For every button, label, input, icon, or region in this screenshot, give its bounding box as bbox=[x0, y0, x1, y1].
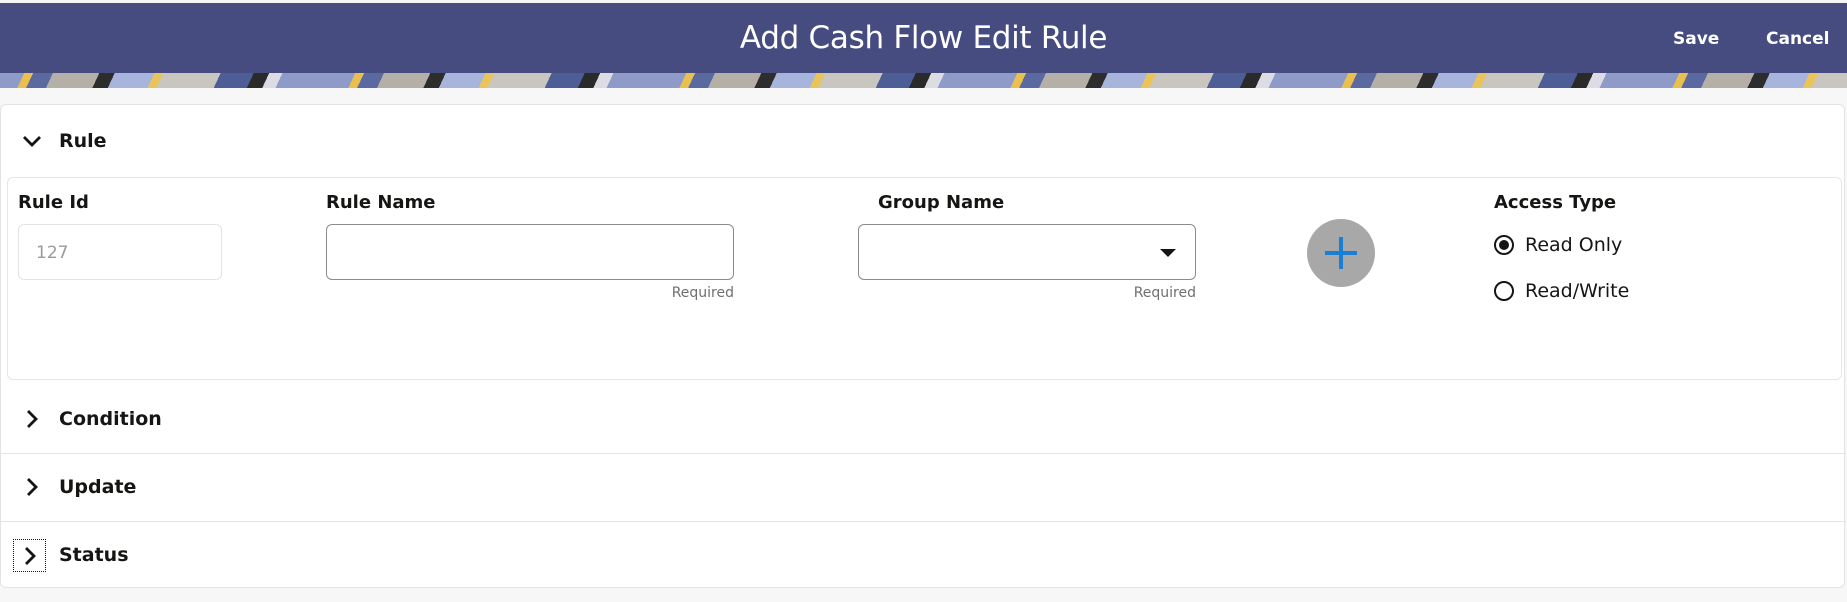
section-label-status: Status bbox=[59, 544, 129, 566]
group-name-select[interactable] bbox=[858, 224, 1196, 280]
radio-read-write-label: Read/Write bbox=[1525, 280, 1630, 302]
rule-name-label: Rule Name bbox=[326, 192, 436, 213]
section-condition[interactable]: Condition bbox=[1, 399, 1846, 439]
cancel-button[interactable]: Cancel bbox=[1766, 3, 1829, 73]
chevron-right-icon[interactable] bbox=[21, 476, 43, 498]
page-title: Add Cash Flow Edit Rule bbox=[739, 20, 1108, 56]
access-type-label: Access Type bbox=[1494, 192, 1617, 213]
rule-id-field: 127 bbox=[18, 224, 222, 280]
radio-checked-icon[interactable] bbox=[1494, 235, 1514, 255]
page-header: Add Cash Flow Edit Rule Save Cancel bbox=[0, 3, 1847, 73]
add-group-button[interactable] bbox=[1307, 219, 1375, 287]
save-button[interactable]: Save bbox=[1673, 3, 1719, 73]
section-label-rule: Rule bbox=[59, 130, 107, 152]
group-name-required-hint: Required bbox=[1133, 285, 1196, 301]
section-rule[interactable]: Rule bbox=[1, 121, 1846, 161]
chevron-right-icon[interactable] bbox=[21, 408, 43, 430]
section-divider bbox=[1, 453, 1846, 454]
group-name-label: Group Name bbox=[878, 192, 1005, 213]
dropdown-caret-icon[interactable] bbox=[1160, 249, 1176, 257]
chevron-right-icon[interactable] bbox=[13, 539, 46, 572]
radio-unchecked-icon[interactable] bbox=[1494, 281, 1514, 301]
rule-name-required-hint: Required bbox=[671, 285, 734, 301]
section-status[interactable]: Status bbox=[1, 534, 1846, 574]
rule-name-field bbox=[326, 224, 734, 280]
section-label-condition: Condition bbox=[59, 408, 162, 430]
radio-read-only-label: Read Only bbox=[1525, 234, 1623, 256]
rule-form-panel: Rule Rule Id 127 Rule Name Required Grou… bbox=[0, 104, 1846, 588]
section-update[interactable]: Update bbox=[1, 467, 1846, 507]
rule-id-value: 127 bbox=[36, 243, 69, 263]
decorative-banner bbox=[0, 73, 1847, 88]
section-label-update: Update bbox=[59, 476, 137, 498]
chevron-down-icon[interactable] bbox=[21, 130, 43, 152]
plus-icon bbox=[1325, 251, 1357, 255]
rule-name-input[interactable] bbox=[327, 225, 733, 279]
rule-id-label: Rule Id bbox=[18, 192, 89, 213]
section-divider bbox=[1, 521, 1846, 522]
